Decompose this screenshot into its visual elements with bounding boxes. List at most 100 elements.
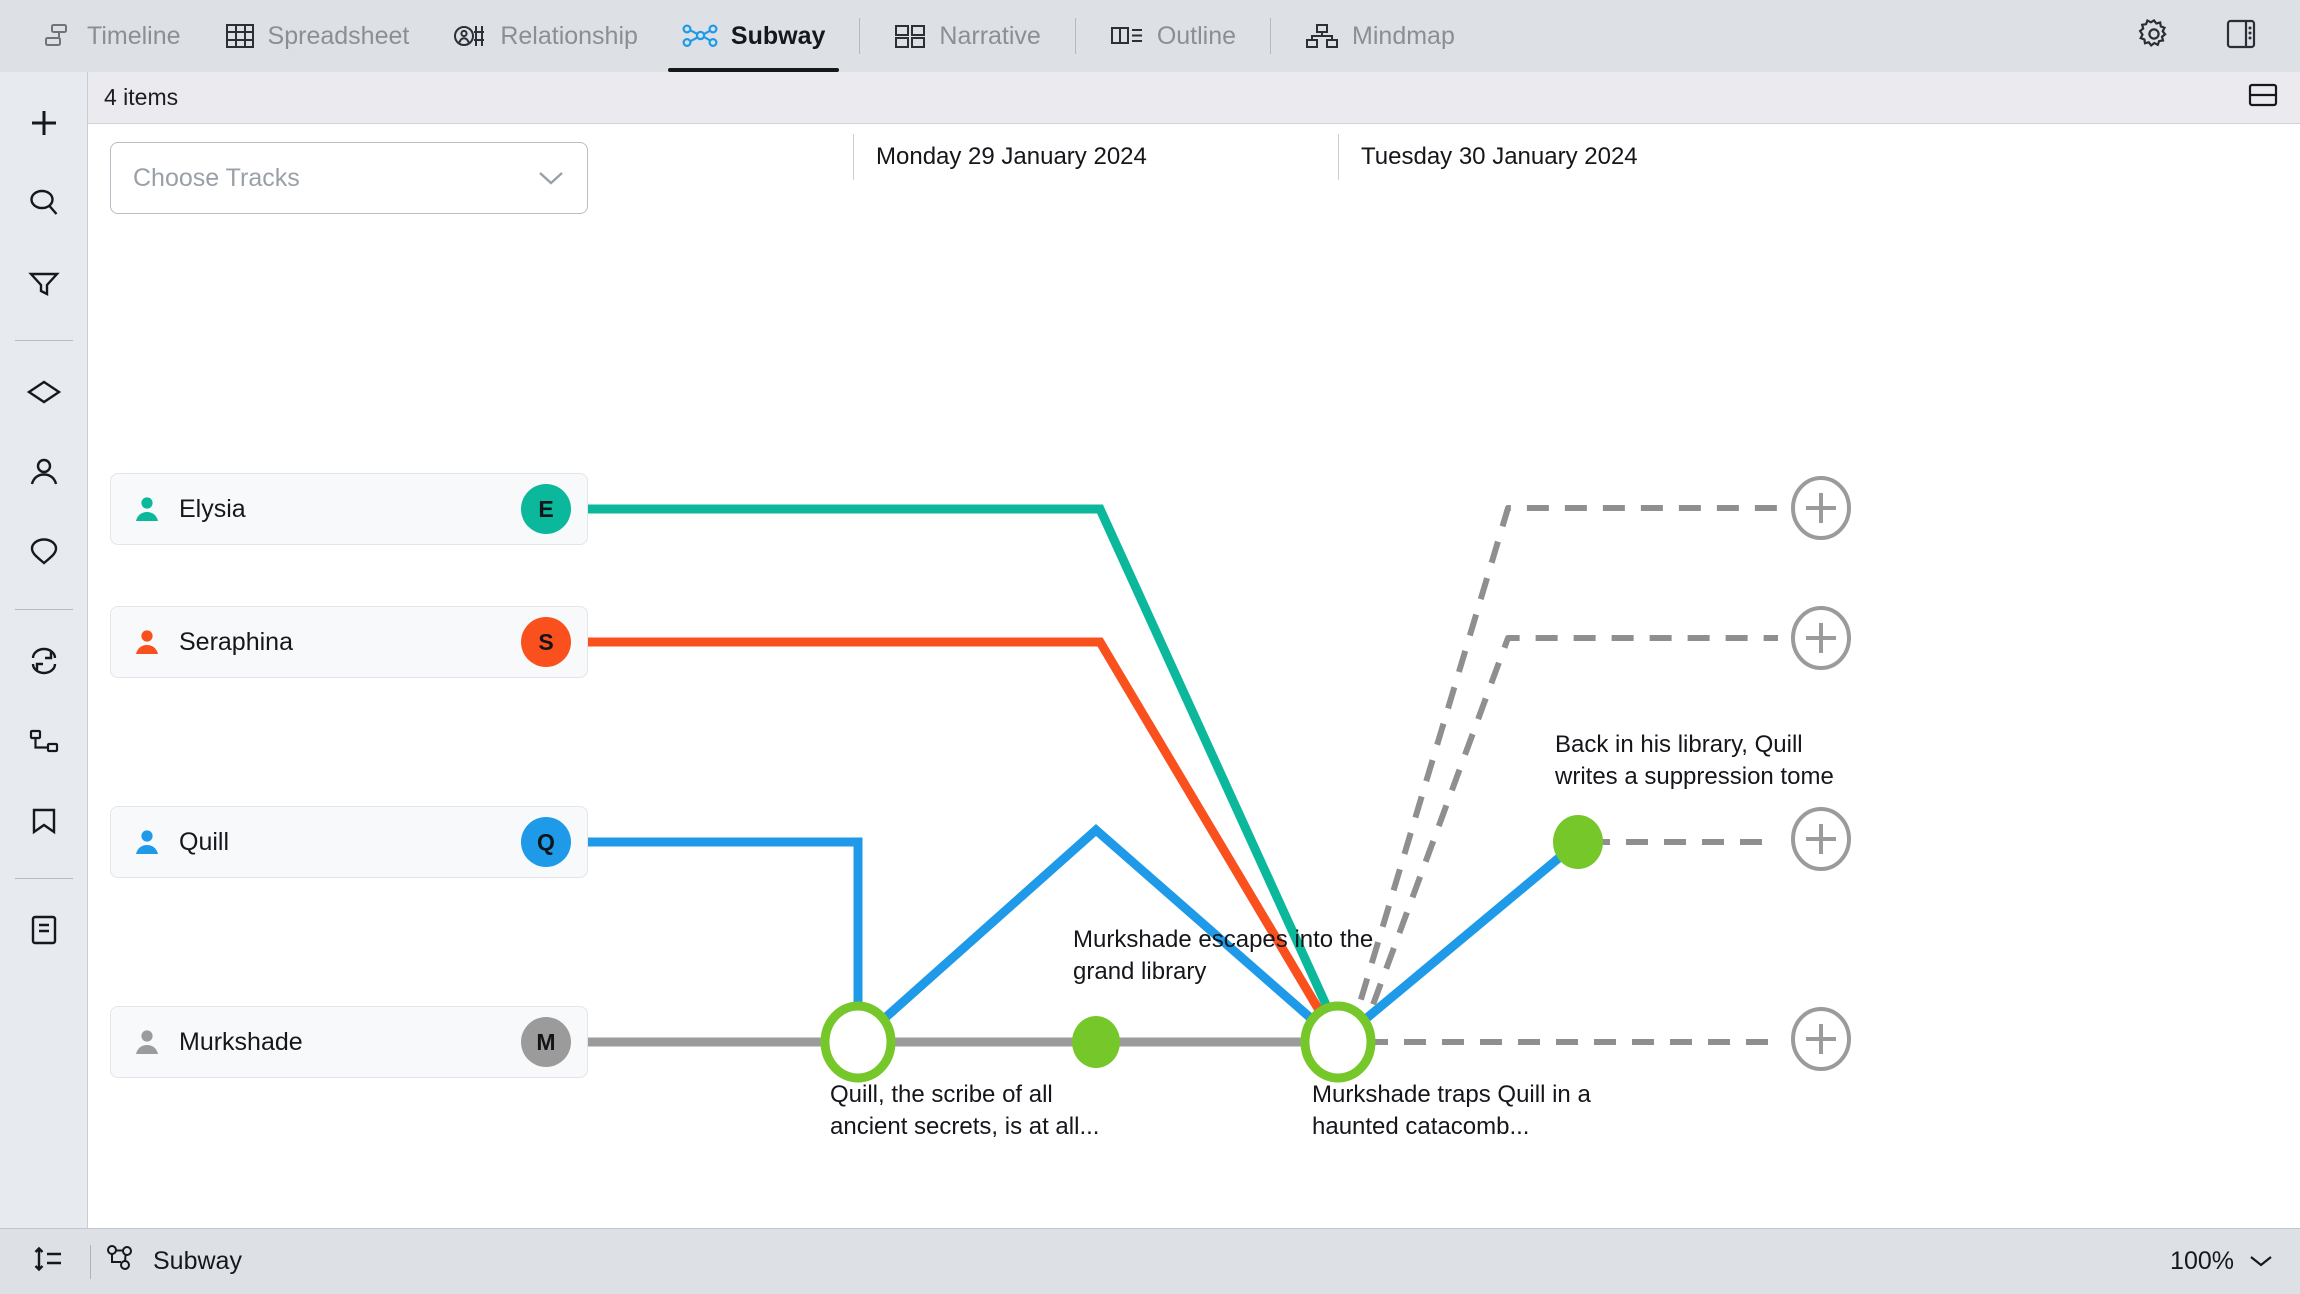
tab-label: Relationship — [500, 21, 638, 50]
rail-divider — [14, 878, 73, 879]
avatar[interactable]: Q — [521, 817, 571, 867]
avatar[interactable]: E — [521, 484, 571, 534]
bookmark-button[interactable] — [11, 790, 77, 856]
left-rail — [0, 72, 88, 1228]
app-body: 4 items Monday 29 January 2024 Tuesday 3… — [0, 72, 2300, 1228]
split-layout-button[interactable] — [2248, 80, 2278, 116]
tab-relationship[interactable]: Relationship — [431, 0, 660, 72]
track-line-quill-b — [855, 823, 1341, 1046]
status-divider — [90, 1244, 91, 1279]
plus-icon — [27, 106, 61, 145]
tab-timeline[interactable]: Timeline — [22, 0, 203, 72]
add-station-button[interactable] — [1791, 476, 1851, 540]
person-icon — [133, 495, 161, 523]
avatar[interactable]: S — [521, 617, 571, 667]
track-name: Elysia — [179, 494, 246, 523]
subway-canvas[interactable]: Monday 29 January 2024 Tuesday 30 Januar… — [88, 124, 2300, 1228]
track-name: Quill — [179, 827, 230, 856]
row-height-button[interactable] — [20, 1237, 76, 1287]
current-view-label: Subway — [153, 1247, 242, 1275]
toolbar-divider — [1074, 18, 1076, 54]
subway-icon — [682, 23, 718, 49]
station-node[interactable] — [1072, 1016, 1120, 1068]
toolbar-divider — [859, 18, 861, 54]
track-card-quill[interactable]: Quill Q — [110, 806, 588, 878]
search-button[interactable] — [11, 172, 77, 238]
note-icon — [27, 913, 61, 952]
zoom-level-label: 100% — [2170, 1247, 2234, 1275]
add-button[interactable] — [11, 92, 77, 158]
characters-button[interactable] — [11, 441, 77, 507]
tab-label: Mindmap — [1352, 21, 1455, 50]
diamond-icon — [26, 375, 62, 414]
tab-outline[interactable]: Outline — [1088, 0, 1258, 72]
filter-button[interactable] — [11, 252, 77, 318]
timeline-icon — [44, 23, 74, 49]
notes-button[interactable] — [11, 899, 77, 965]
view-tabs: Timeline Spreadsheet Relationship Subway… — [22, 0, 1477, 72]
station-node[interactable] — [1300, 1001, 1376, 1083]
track-name: Murkshade — [179, 1027, 303, 1056]
places-button[interactable] — [11, 521, 77, 587]
toggle-right-panel-button[interactable] — [2210, 5, 2272, 67]
toolbar-right-actions — [2123, 0, 2272, 72]
sync-button[interactable] — [11, 630, 77, 696]
tab-narrative[interactable]: Narrative — [872, 0, 1062, 72]
toolbar-divider — [1270, 18, 1272, 54]
status-bar: Subway 100% — [0, 1228, 2300, 1294]
tab-label: Timeline — [87, 21, 181, 50]
add-station-button[interactable] — [1791, 1007, 1851, 1071]
station-node[interactable] — [1553, 815, 1603, 869]
row-height-icon — [33, 1244, 63, 1279]
avatar-initial: E — [538, 495, 554, 522]
app-window: Timeline Spreadsheet Relationship Subway… — [0, 0, 2300, 1294]
avatar[interactable]: M — [521, 1017, 571, 1067]
place-icon — [27, 535, 61, 574]
hierarchy-button[interactable] — [11, 710, 77, 776]
person-icon — [133, 1028, 161, 1056]
events-button[interactable] — [11, 361, 77, 427]
add-station-button[interactable] — [1791, 606, 1851, 670]
rail-divider — [14, 340, 73, 341]
right-panel-icon — [2224, 17, 2258, 56]
gear-icon — [2137, 17, 2171, 56]
relationship-icon — [453, 22, 487, 50]
tab-mindmap[interactable]: Mindmap — [1283, 0, 1477, 72]
main-area: 4 items Monday 29 January 2024 Tuesday 3… — [88, 72, 2300, 1228]
dashed-extension-elysia — [1347, 505, 1778, 1037]
add-station-button[interactable] — [1791, 807, 1851, 871]
refresh-icon — [27, 644, 61, 683]
split-layout-icon — [2248, 80, 2278, 116]
tab-label: Subway — [730, 21, 826, 50]
rail-divider — [14, 609, 73, 610]
avatar-initial: M — [536, 1028, 556, 1055]
search-icon — [27, 186, 61, 225]
top-toolbar: Timeline Spreadsheet Relationship Subway… — [0, 0, 2300, 72]
subway-icon — [105, 1244, 137, 1279]
current-view-indicator: Subway — [105, 1244, 242, 1279]
station-node[interactable] — [820, 1001, 896, 1083]
person-icon — [27, 455, 61, 494]
avatar-initial: Q — [537, 828, 555, 855]
track-line-quill-a — [566, 837, 863, 1042]
track-line-quill-c — [1335, 838, 1581, 1046]
track-card-seraphina[interactable]: Seraphina S — [110, 606, 588, 678]
tab-subway[interactable]: Subway — [660, 0, 847, 72]
tab-label: Spreadsheet — [267, 21, 410, 50]
settings-button[interactable] — [2123, 5, 2185, 67]
item-count-bar: 4 items — [88, 72, 2300, 124]
avatar-initial: S — [538, 628, 554, 655]
person-icon — [133, 628, 161, 656]
person-icon — [133, 828, 161, 856]
outline-icon — [1110, 23, 1144, 49]
chevron-down-icon — [2248, 1247, 2274, 1276]
track-name: Seraphina — [179, 627, 293, 656]
zoom-control[interactable]: 100% — [2170, 1247, 2274, 1276]
narrative-icon — [894, 23, 926, 49]
item-count-label: 4 items — [104, 84, 179, 110]
track-card-elysia[interactable]: Elysia E — [110, 473, 588, 545]
tab-spreadsheet[interactable]: Spreadsheet — [203, 0, 432, 72]
tab-label: Outline — [1156, 21, 1237, 50]
track-card-murkshade[interactable]: Murkshade M — [110, 1006, 588, 1078]
